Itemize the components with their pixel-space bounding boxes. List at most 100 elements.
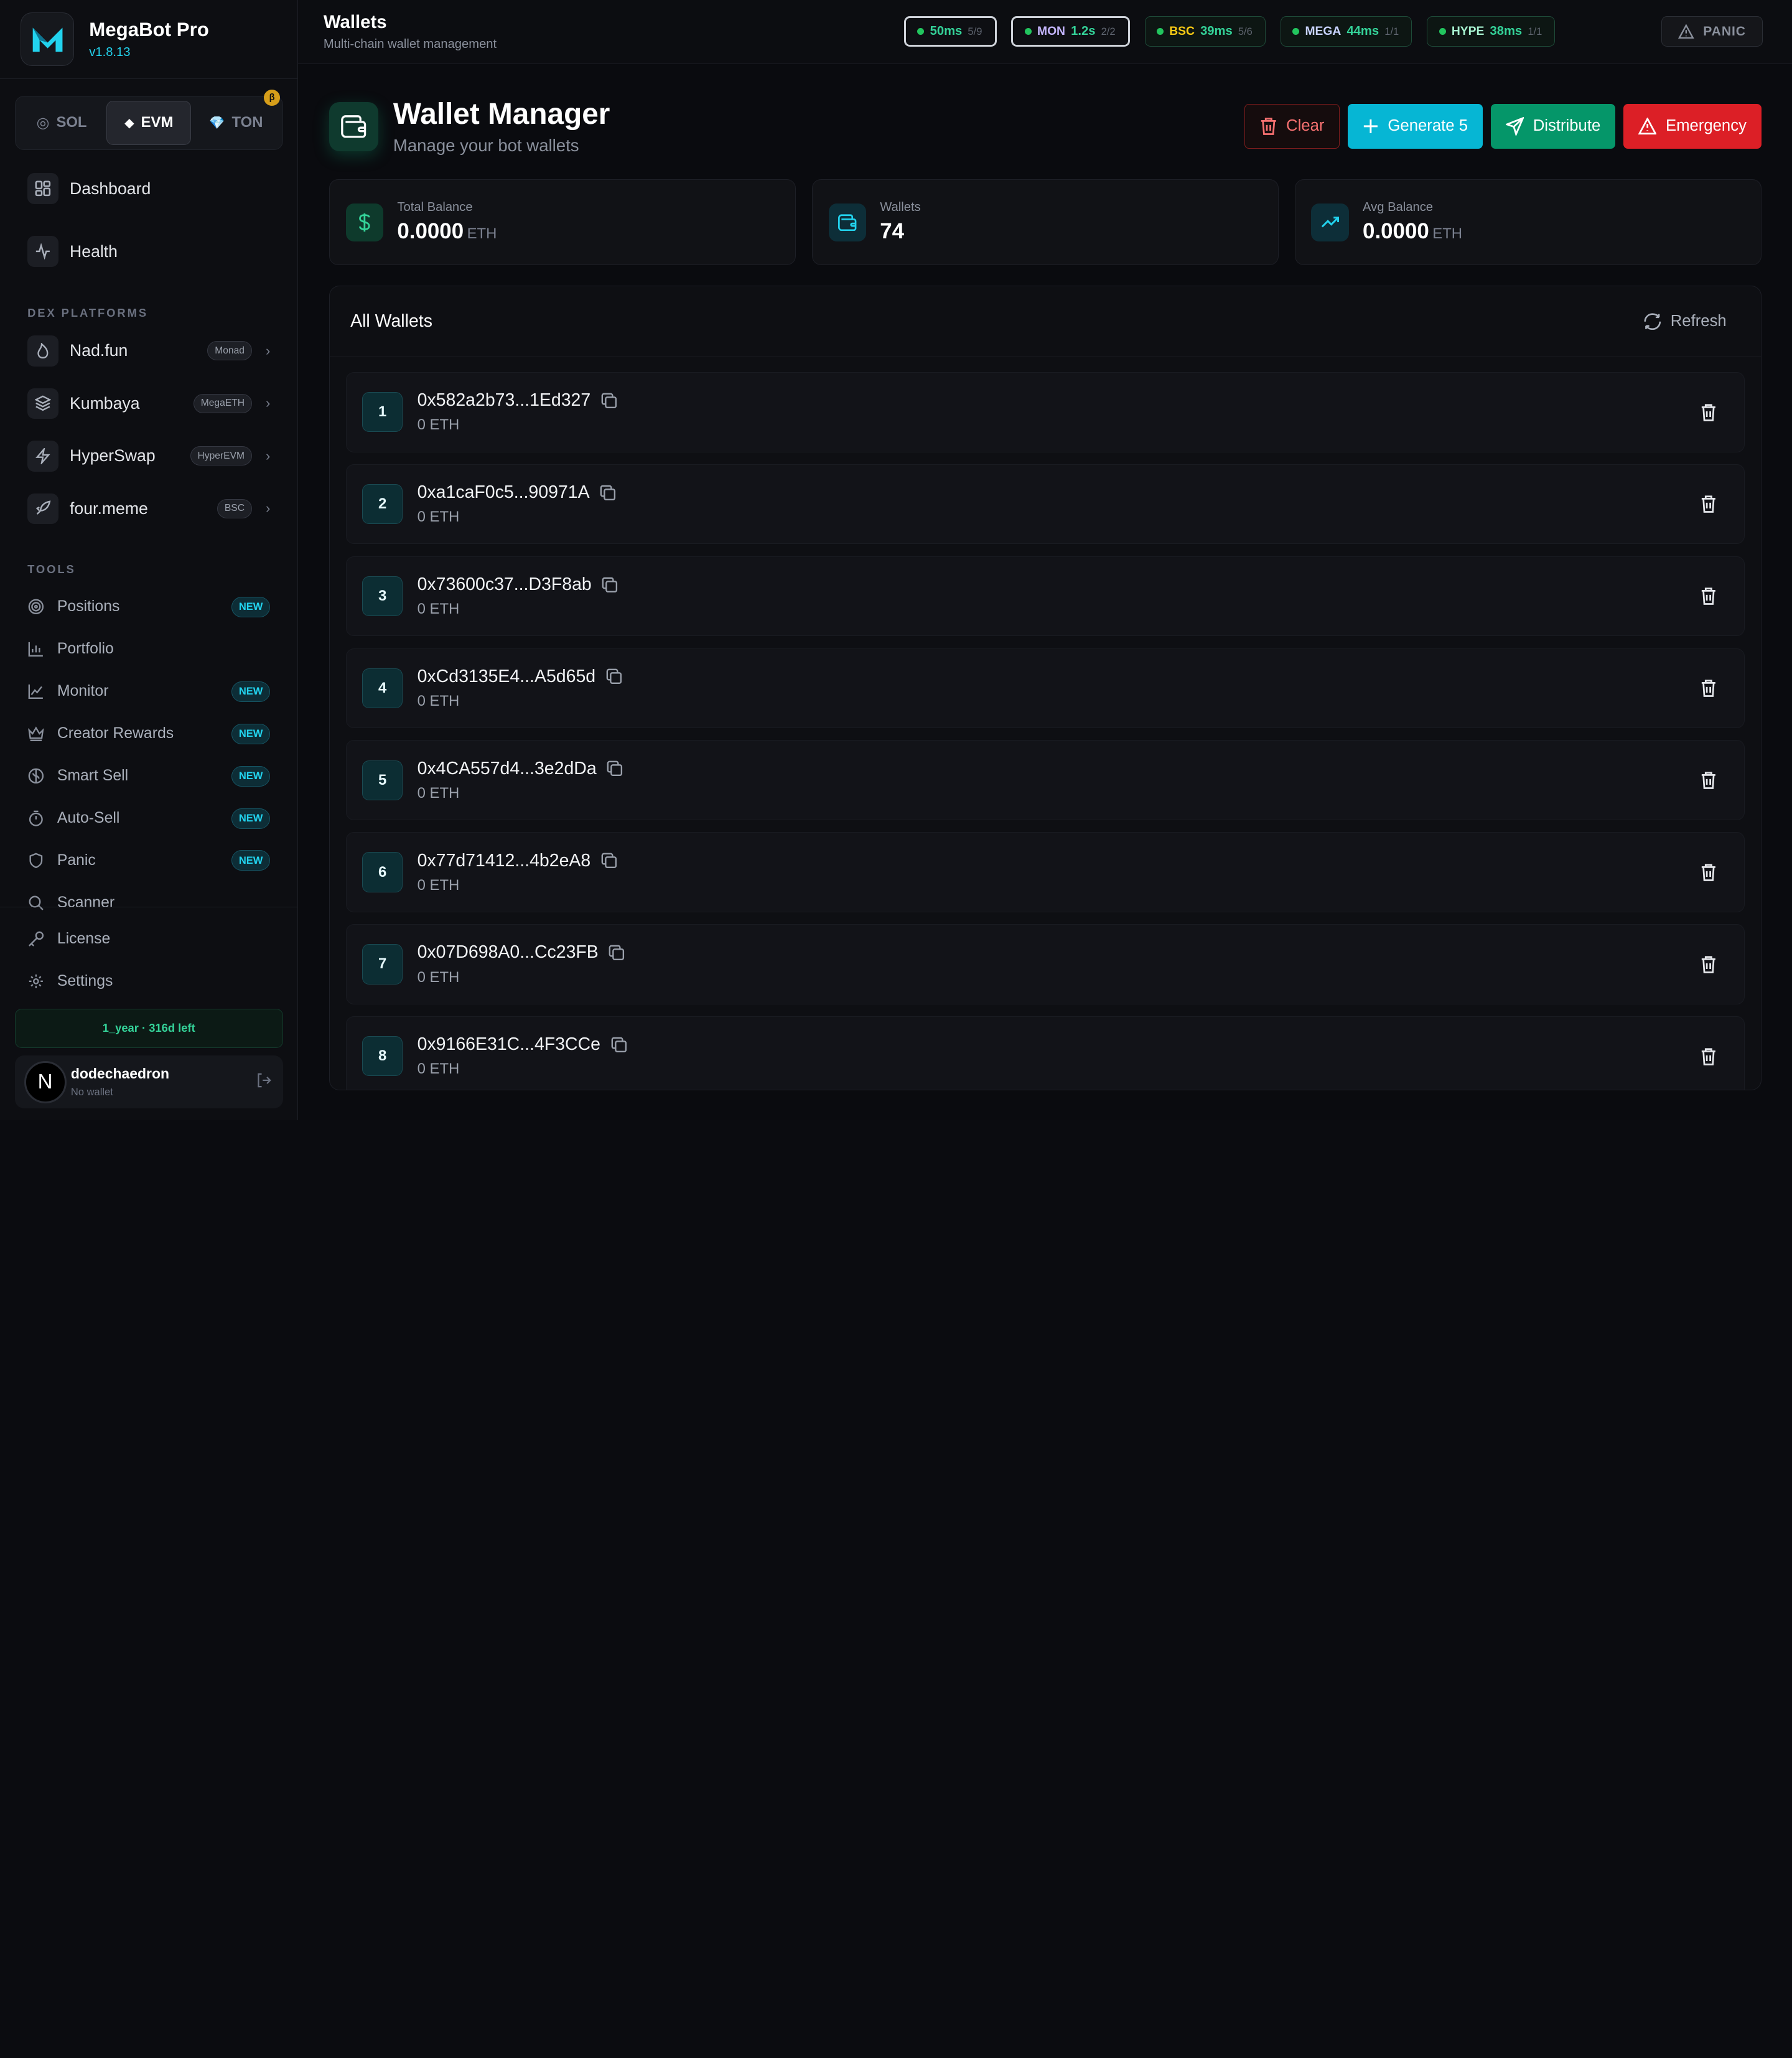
tool-auto-sell[interactable]: Auto-Sell NEW bbox=[0, 805, 297, 832]
tool-monitor[interactable]: Monitor NEW bbox=[0, 678, 297, 705]
dashboard-icon bbox=[27, 173, 58, 204]
distribute-button[interactable]: Distribute bbox=[1490, 104, 1616, 149]
sidebar-footer: License Settings 1_year · 316d left N do… bbox=[0, 906, 298, 1108]
nav-dashboard[interactable]: Dashboard bbox=[0, 166, 297, 211]
copy-icon[interactable] bbox=[601, 853, 617, 869]
delete-wallet-button[interactable] bbox=[1694, 1041, 1724, 1071]
emergency-button[interactable]: Emergency bbox=[1623, 104, 1762, 149]
nav-license[interactable]: License bbox=[0, 925, 297, 953]
trash-icon bbox=[1702, 587, 1716, 606]
trash-icon bbox=[1702, 1047, 1716, 1065]
beta-badge: β bbox=[264, 90, 280, 106]
send-icon bbox=[1505, 117, 1524, 136]
tool-portfolio[interactable]: Portfolio bbox=[0, 635, 297, 663]
copy-icon[interactable] bbox=[607, 760, 623, 777]
status-dot-icon bbox=[1292, 27, 1300, 35]
plus-icon bbox=[1363, 119, 1378, 133]
dex-item-fourmeme[interactable]: four.meme BSC › bbox=[0, 492, 297, 526]
rpc-pill-main[interactable]: 50ms 5/9 bbox=[904, 16, 997, 47]
page-subtitle: Manage your bot wallets bbox=[393, 136, 579, 156]
new-badge: NEW bbox=[231, 808, 271, 829]
wallet-row[interactable]: 4 0xCd3135E4...A5d65d 0 ETH bbox=[345, 648, 1745, 729]
rpc-pill-hype[interactable]: HYPE 38ms 1/1 bbox=[1427, 16, 1556, 47]
nav-settings-label: Settings bbox=[57, 973, 113, 990]
rpc-chain-name: MON bbox=[1037, 24, 1065, 38]
tool-positions[interactable]: Positions NEW bbox=[0, 593, 297, 620]
delete-wallet-button[interactable] bbox=[1694, 489, 1724, 519]
wallet-balance: 0 ETH bbox=[417, 508, 460, 526]
dollar-icon bbox=[345, 203, 384, 241]
new-badge: NEW bbox=[231, 723, 271, 744]
stat-label: Wallets bbox=[880, 200, 921, 215]
logout-icon[interactable] bbox=[256, 1072, 272, 1093]
delete-wallet-button[interactable] bbox=[1694, 673, 1724, 703]
timer-icon bbox=[27, 810, 45, 827]
wallet-row[interactable]: 2 0xa1caF0c5...90971A 0 ETH bbox=[345, 464, 1745, 545]
trash-icon bbox=[1702, 495, 1716, 513]
copy-icon[interactable] bbox=[601, 393, 617, 409]
tool-smart-sell-label: Smart Sell bbox=[57, 767, 129, 785]
wallet-row[interactable]: 3 0x73600c37...D3F8ab 0 ETH bbox=[345, 556, 1745, 637]
new-badge: NEW bbox=[231, 596, 271, 617]
clear-button[interactable]: Clear bbox=[1244, 104, 1340, 149]
rpc-latency: 1.2s bbox=[1071, 24, 1096, 38]
wallet-row[interactable]: 8 0x9166E31C...4F3CCe 0 ETH bbox=[345, 1016, 1745, 1090]
delete-wallet-button[interactable] bbox=[1694, 765, 1724, 795]
brand-logo-icon[interactable] bbox=[21, 12, 75, 67]
copy-icon[interactable] bbox=[609, 945, 625, 961]
delete-wallet-button[interactable] bbox=[1694, 397, 1724, 427]
rpc-count: 5/6 bbox=[1238, 25, 1253, 37]
tool-panic[interactable]: Panic NEW bbox=[0, 847, 297, 874]
wallets-panel: All Wallets Refresh 1 0x582a2b73...1Ed32… bbox=[329, 286, 1762, 1091]
wallet-row[interactable]: 7 0x07D698A0...Cc23FB 0 ETH bbox=[345, 924, 1745, 1004]
delete-wallet-button[interactable] bbox=[1694, 858, 1724, 887]
wallet-row[interactable]: 5 0x4CA557d4...3e2dDa 0 ETH bbox=[345, 740, 1745, 821]
wallet-count-value: 74 bbox=[880, 219, 905, 244]
dex-hyperswap-tag: HyperEVM bbox=[190, 446, 252, 466]
delete-wallet-button[interactable] bbox=[1694, 581, 1724, 611]
copy-icon[interactable] bbox=[611, 1037, 627, 1053]
wallet-index: 5 bbox=[362, 760, 403, 800]
copy-icon[interactable] bbox=[602, 577, 618, 593]
nav-health[interactable]: Health bbox=[0, 228, 297, 274]
rocket-icon bbox=[27, 493, 58, 525]
wallet-row[interactable]: 1 0x582a2b73...1Ed327 0 ETH bbox=[345, 372, 1745, 452]
rpc-chain-name: BSC bbox=[1169, 24, 1195, 38]
app-window: MegaBot Pro v1.8.13 ◎ SOL ◆ EVM 💎 TON β bbox=[0, 0, 1792, 1121]
brand-name: MegaBot Pro bbox=[89, 18, 209, 40]
user-card[interactable]: N dodechaedron No wallet bbox=[14, 1055, 283, 1108]
rpc-pill-bsc[interactable]: BSC 39ms 5/6 bbox=[1144, 16, 1266, 47]
nav-settings[interactable]: Settings bbox=[0, 968, 297, 995]
rpc-pill-mega[interactable]: MEGA 44ms 1/1 bbox=[1280, 16, 1412, 47]
wallet-row[interactable]: 6 0x77d71412...4b2eA8 0 ETH bbox=[345, 832, 1745, 912]
alert-triangle-icon bbox=[1638, 118, 1657, 135]
distribute-label: Distribute bbox=[1533, 117, 1601, 135]
trash-icon bbox=[1261, 118, 1276, 136]
page-title: Wallet Manager bbox=[393, 98, 610, 131]
tool-creator-rewards[interactable]: Creator Rewards NEW bbox=[0, 720, 297, 747]
copy-icon[interactable] bbox=[600, 485, 616, 501]
rpc-pill-mon[interactable]: MON 1.2s 2/2 bbox=[1011, 16, 1130, 47]
chain-evm-button[interactable]: ◆ EVM bbox=[106, 100, 192, 146]
nav-dashboard-label: Dashboard bbox=[70, 179, 151, 198]
tool-portfolio-label: Portfolio bbox=[57, 640, 114, 658]
dex-item-hyperswap[interactable]: HyperSwap HyperEVM › bbox=[0, 439, 297, 473]
dex-item-nadfun[interactable]: Nad.fun Monad › bbox=[0, 334, 297, 368]
delete-wallet-button[interactable] bbox=[1694, 950, 1724, 980]
crown-icon bbox=[27, 725, 45, 742]
refresh-button[interactable]: Refresh bbox=[1644, 312, 1727, 330]
rpc-count: 5/9 bbox=[968, 25, 982, 37]
tool-smart-sell[interactable]: Smart Sell NEW bbox=[0, 762, 297, 790]
stat-avg-balance: Avg Balance 0.0000 ETH bbox=[1294, 179, 1762, 266]
panic-button[interactable]: PANIC bbox=[1661, 16, 1763, 47]
copy-icon[interactable] bbox=[606, 668, 622, 685]
trash-icon bbox=[1702, 772, 1716, 789]
dex-item-kumbaya[interactable]: Kumbaya MegaETH › bbox=[0, 386, 297, 421]
trash-icon bbox=[1702, 403, 1716, 421]
flame-icon bbox=[27, 335, 58, 367]
chain-ton-button[interactable]: 💎 TON bbox=[195, 101, 278, 146]
license-status: 1_year · 316d left bbox=[14, 1009, 283, 1048]
chain-sol-button[interactable]: ◎ SOL bbox=[20, 101, 103, 146]
generate-button[interactable]: Generate 5 bbox=[1348, 104, 1483, 149]
emergency-label: Emergency bbox=[1665, 117, 1747, 135]
